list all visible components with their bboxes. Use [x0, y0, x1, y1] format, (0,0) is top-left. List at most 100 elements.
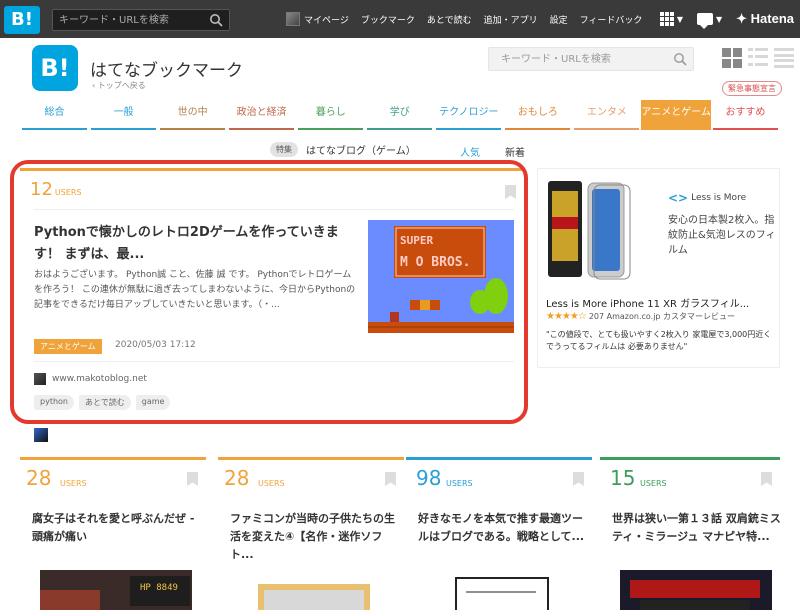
entry-card[interactable]: 28 USERS 腐女子はそれを愛と呼ぶんだぜ - 頭痛が痛い HP 8849: [20, 457, 206, 610]
tab-underline: [22, 128, 88, 130]
feature-badge: 特集: [270, 142, 298, 157]
entry-card[interactable]: 15 USERS 世界は狭い一第１３話 双肩銃ミスティ・ミラージュ マナピヤ特.…: [600, 457, 782, 610]
tab-label: テクノロジー: [439, 107, 499, 118]
nav-bookmark[interactable]: ブックマーク: [361, 13, 415, 26]
list-view-icon[interactable]: [748, 48, 768, 68]
hatena-logo[interactable]: ✦ Hatena: [736, 11, 794, 27]
nav-settings[interactable]: 設定: [550, 13, 568, 26]
search-icon[interactable]: [673, 52, 687, 66]
tab-underline: [436, 128, 502, 130]
tab-category-4[interactable]: 暮らし: [296, 100, 365, 130]
compact-view-icon[interactable]: [774, 48, 794, 68]
ad-title[interactable]: Less is More iPhone 11 XR ガラスフィル...: [546, 295, 776, 310]
global-search-input[interactable]: [59, 12, 199, 28]
chevron-down-icon[interactable]: ▼: [677, 15, 683, 24]
tab-label: おもしろ: [517, 107, 558, 118]
users-count[interactable]: 12 USERS: [30, 179, 82, 200]
feature-title[interactable]: はてなブログ（ゲーム）: [306, 142, 416, 157]
nav-mypage[interactable]: マイページ: [304, 13, 349, 26]
entry-thumbnail[interactable]: [426, 570, 578, 610]
entry-domain[interactable]: www.makotoblog.net: [34, 373, 147, 385]
tab-underline: [229, 128, 295, 130]
ad-copy: 安心の日本製2枚入。指紋防止&気泡レスのフィルム: [668, 215, 776, 256]
entry-thumbnail[interactable]: SUPER M O BROS.: [368, 220, 514, 333]
advertisement[interactable]: <> Less is More 安心の日本製2枚入。指紋防止&気泡レスのフィルム …: [537, 168, 780, 368]
bookmark-add-icon[interactable]: [505, 185, 516, 199]
tab-category-8[interactable]: エンタメ: [572, 100, 641, 130]
global-search[interactable]: [52, 9, 230, 31]
users-label: USERS: [640, 479, 667, 488]
view-toggle: [722, 48, 794, 68]
entry-thumbnail[interactable]: [620, 570, 772, 610]
entry-thumbnail[interactable]: HP 8849: [40, 570, 192, 610]
ad-brand: <> Less is More: [668, 191, 747, 205]
tab-label: 学び: [389, 107, 410, 118]
tab-underline: [505, 128, 571, 130]
tab-category-3[interactable]: 政治と経済: [227, 100, 296, 130]
entry-tags: python あとで読む game: [34, 395, 171, 410]
tag[interactable]: python: [34, 395, 74, 410]
thumb-text-super: SUPER: [400, 234, 433, 247]
nav-add-app[interactable]: 追加・アプリ: [484, 13, 538, 26]
entry-title[interactable]: 好きなモノを本気で推す最適ツールはブログである。戦略として...: [418, 510, 588, 546]
users-number: 12: [30, 179, 53, 200]
divider: [34, 361, 514, 362]
retro-game-thumbnail: SUPER M O BROS.: [368, 220, 514, 333]
nav-feedback[interactable]: フィードバック: [580, 13, 643, 26]
star-rating-icon: ★★★★☆: [546, 311, 587, 322]
entry-title[interactable]: ファミコンが当時の子供たちの生活を変えた④【名作・迷作ソフト...: [230, 510, 400, 564]
tag[interactable]: あとで読む: [78, 395, 131, 410]
hatena-mark-icon: ✦: [736, 11, 751, 26]
tab-category-5[interactable]: 学び: [365, 100, 434, 130]
site-search[interactable]: [488, 47, 694, 71]
entry-title[interactable]: Pythonで懐かしのレトロ2Dゲームを作っていきます！ まずは、最...: [34, 222, 354, 266]
emergency-badge[interactable]: 緊急事態宣言: [722, 81, 782, 96]
site-search-input[interactable]: [501, 52, 661, 67]
site-title[interactable]: はてなブックマーク: [90, 56, 243, 81]
tab-popular[interactable]: 人気: [460, 144, 480, 159]
nav-read-later[interactable]: あとで読む: [427, 13, 472, 26]
thumb-text-bros: M O BROS.: [400, 255, 470, 270]
tab-category-7[interactable]: おもしろ: [503, 100, 572, 130]
tab-category-6[interactable]: テクノロジー: [434, 100, 503, 130]
search-icon[interactable]: [209, 13, 223, 27]
back-to-top-link[interactable]: ‹ トップへ戻る: [92, 80, 146, 91]
svg-text:HP 8849: HP 8849: [140, 583, 178, 593]
entry-title[interactable]: 腐女子はそれを愛と呼ぶんだぜ - 頭痛が痛い: [32, 510, 202, 546]
grid-view-icon[interactable]: [722, 48, 742, 68]
rating-meta: 207 Amazon.co.jp カスタマーレビュー: [588, 312, 736, 321]
bookmark-add-icon[interactable]: [761, 472, 772, 486]
entry-thumbnail[interactable]: [238, 570, 390, 610]
tab-category-2[interactable]: 世の中: [158, 100, 227, 130]
entry-title[interactable]: 世界は狭い一第１３話 双肩銃ミスティ・ミラージュ マナピヤ特...: [612, 510, 782, 546]
site-logo[interactable]: B!: [32, 45, 78, 91]
services-grid-icon[interactable]: [659, 12, 674, 26]
divider: [34, 209, 514, 210]
tab-label: 一般: [113, 107, 134, 118]
entry-card[interactable]: 28 USERS ファミコンが当時の子供たちの生活を変えた④【名作・迷作ソフト.…: [218, 457, 404, 610]
tab-category-0[interactable]: 総合: [20, 100, 89, 130]
category-tabs: 総合 一般 世の中 政治と経済 暮らし 学び テクノロジー おもしろ エンタメ アニメとゲーム おす…: [20, 100, 780, 130]
global-header: B! マイページ ブックマーク あとで読む 追加・アプリ 設定 フィードバック …: [0, 0, 800, 38]
tag[interactable]: game: [135, 395, 171, 410]
tab-label: 政治と経済: [236, 107, 287, 118]
tab-underline: [574, 128, 640, 130]
tab-new[interactable]: 新着: [505, 144, 525, 159]
hatena-bookmark-logo[interactable]: B!: [4, 6, 40, 34]
notification-icon[interactable]: [696, 13, 713, 29]
users-number: 28: [26, 466, 52, 490]
category-badge[interactable]: アニメとゲーム: [34, 339, 102, 354]
entry-card[interactable]: 98 USERS 好きなモノを本気で推す最適ツールはブログである。戦略として..…: [406, 457, 592, 610]
user-avatar[interactable]: [286, 12, 300, 26]
chevron-down-icon[interactable]: ▼: [716, 15, 722, 24]
tab-underline: [91, 128, 157, 130]
tab-category-1[interactable]: 一般: [89, 100, 158, 130]
users-label: USERS: [446, 479, 473, 488]
ad-rating: ★★★★☆ 207 Amazon.co.jp カスタマーレビュー: [546, 311, 735, 322]
tab-category-9[interactable]: アニメとゲーム: [641, 100, 711, 130]
bookmark-add-icon[interactable]: [187, 472, 198, 486]
user-avatar[interactable]: [34, 428, 48, 442]
bookmark-add-icon[interactable]: [385, 472, 396, 486]
bookmark-add-icon[interactable]: [573, 472, 584, 486]
tab-category-10[interactable]: おすすめ: [711, 100, 780, 130]
